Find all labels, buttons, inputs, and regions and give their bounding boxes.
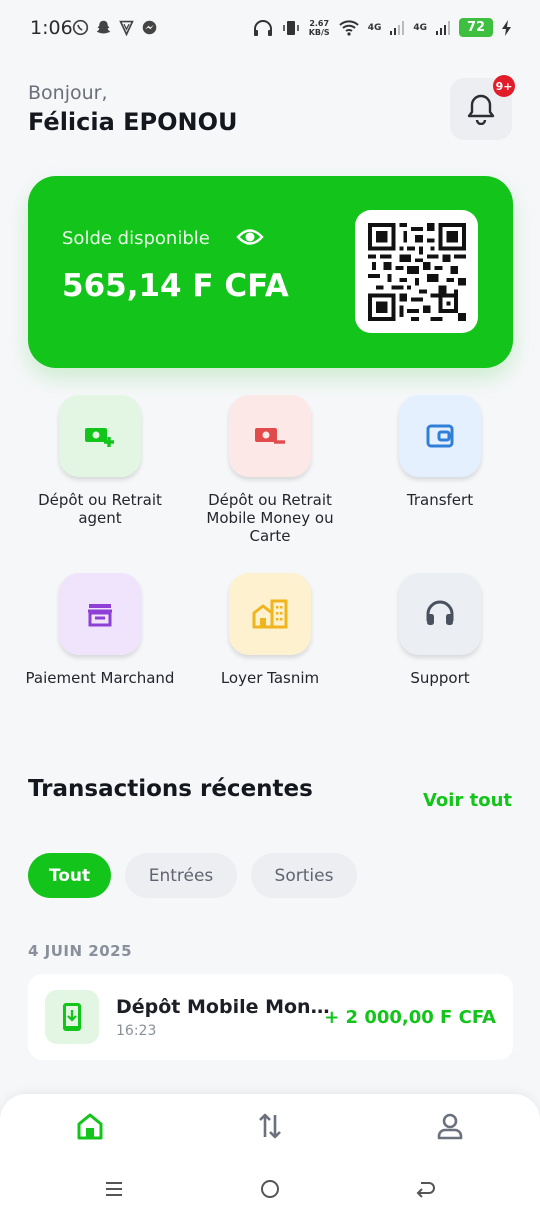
- balance-card: Solde disponible 565,14 F CFA: [28, 176, 513, 368]
- action-rent[interactable]: Loyer Tasnim: [185, 573, 355, 687]
- transaction-icon-box: [45, 990, 99, 1044]
- action-tile[interactable]: [229, 573, 311, 655]
- action-tile[interactable]: [59, 573, 141, 655]
- action-label: Loyer Tasnim: [220, 669, 320, 687]
- system-menu-button[interactable]: [99, 1174, 129, 1204]
- notification-badge: 9+: [493, 75, 515, 97]
- user-name: Félicia EPONOU: [28, 108, 238, 136]
- buildings-icon: [252, 599, 288, 629]
- store-icon: [88, 604, 112, 627]
- transaction-filters: Tout Entrées Sorties: [28, 853, 357, 898]
- transaction-amount: + 2 000,00 F CFA: [324, 1007, 496, 1028]
- filter-chip-all[interactable]: Tout: [28, 853, 111, 898]
- action-tile[interactable]: [399, 573, 481, 655]
- action-tile[interactable]: [399, 395, 481, 477]
- whatsapp-icon: [72, 19, 89, 36]
- action-tile[interactable]: [59, 395, 141, 477]
- qr-code-icon: [367, 222, 466, 321]
- action-agent-deposit[interactable]: Dépôt ou Retrait agent: [15, 395, 185, 527]
- transaction-item[interactable]: Dépôt Mobile Mon... 16:23 + 2 000,00 F C…: [28, 974, 513, 1060]
- status-bar: 1:06 2.67 KB/S 4G 4G 72: [0, 0, 540, 58]
- status-time: 1:06: [30, 17, 73, 39]
- transactions-title: Transactions récentes: [28, 776, 313, 802]
- battery-indicator: 72: [459, 18, 493, 37]
- filter-chip-expense[interactable]: Sorties: [251, 853, 357, 898]
- snapchat-icon: [96, 20, 111, 34]
- circle-home-icon: [261, 1180, 279, 1198]
- net-speed: 2.67 KB/S: [308, 18, 330, 37]
- action-label: Dépôt ou Retrait Mobile Money ou Carte: [206, 491, 334, 545]
- signal-icon-1: [390, 20, 405, 35]
- transfer-arrows-icon: [259, 1113, 281, 1139]
- phone-download-icon: [63, 1003, 81, 1031]
- eye-icon[interactable]: [236, 226, 264, 248]
- network-type-2: 4G: [413, 22, 427, 33]
- action-mobile-money[interactable]: Dépôt ou Retrait Mobile Money ou Carte: [185, 395, 355, 545]
- system-indicators: 2.67 KB/S 4G 4G 72: [253, 18, 512, 37]
- headphones-icon: [253, 19, 272, 36]
- action-label: Paiement Marchand: [25, 669, 175, 687]
- transaction-time: 16:23: [116, 1023, 157, 1039]
- filter-chip-income[interactable]: Entrées: [125, 853, 237, 898]
- notifications-button[interactable]: 9+: [450, 75, 515, 140]
- action-tile[interactable]: [229, 395, 311, 477]
- balance-label: Solde disponible: [62, 228, 210, 249]
- cash-plus-icon: [85, 428, 114, 447]
- balance-value: 565,14 F CFA: [62, 268, 289, 304]
- charging-icon: [502, 19, 511, 36]
- action-support[interactable]: Support: [355, 573, 525, 687]
- action-transfer[interactable]: Transfert: [355, 395, 525, 509]
- transaction-date-header: 4 JUIN 2025: [28, 942, 133, 960]
- cash-minus-icon: [255, 428, 285, 444]
- messenger-icon: [142, 20, 157, 35]
- vibrate-icon: [282, 20, 299, 35]
- wifi-icon: [338, 19, 359, 36]
- home-icon: [77, 1113, 103, 1140]
- action-label: Support: [410, 669, 470, 687]
- system-back-button[interactable]: [410, 1174, 440, 1204]
- action-merchant-payment[interactable]: Paiement Marchand: [15, 573, 185, 687]
- see-all-link[interactable]: Voir tout: [423, 790, 512, 811]
- notification-icons: [72, 19, 158, 36]
- vpn-icon: [119, 20, 134, 36]
- greeting-text: Bonjour,: [28, 82, 108, 104]
- action-label: Dépôt ou Retrait agent: [38, 491, 162, 527]
- back-icon: [416, 1182, 435, 1198]
- wallet-icon: [426, 424, 454, 448]
- bell-icon: [467, 94, 495, 125]
- network-type-1: 4G: [367, 22, 382, 33]
- nav-transactions[interactable]: [250, 1106, 290, 1146]
- menu-icon: [106, 1182, 122, 1196]
- profile-icon: [437, 1113, 463, 1140]
- system-home-button[interactable]: [255, 1174, 285, 1204]
- nav-home[interactable]: [70, 1106, 110, 1146]
- action-label: Transfert: [406, 491, 474, 509]
- transaction-title: Dépôt Mobile Mon...: [116, 996, 330, 1018]
- signal-icon-2: [436, 20, 450, 35]
- nav-profile[interactable]: [430, 1106, 470, 1146]
- qr-code-button[interactable]: [355, 210, 478, 333]
- bottom-navigation: [0, 1094, 540, 1218]
- headset-icon: [426, 600, 454, 625]
